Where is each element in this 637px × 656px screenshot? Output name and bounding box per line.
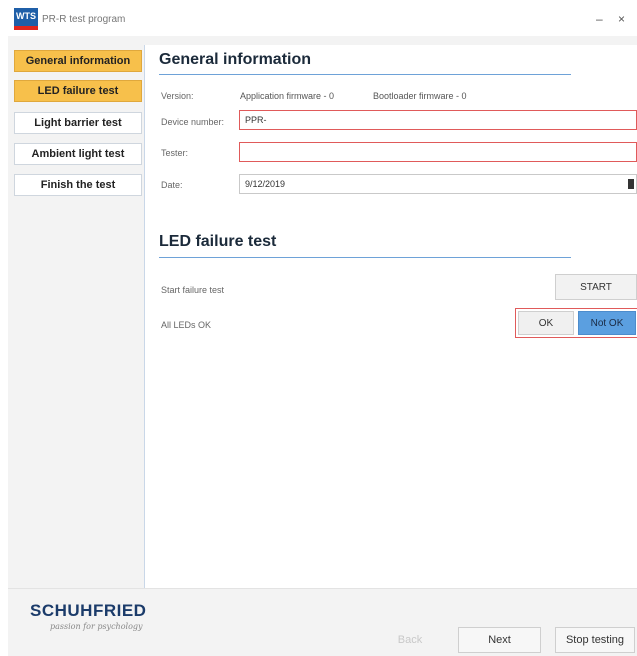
brand-tagline: passion for psychology xyxy=(50,622,143,631)
application-firmware-value: Application firmware - 0 xyxy=(240,91,335,101)
sidebar-item-led-failure-test[interactable]: LED failure test xyxy=(14,80,142,102)
start-failure-test-label: Start failure test xyxy=(161,285,225,295)
date-value: 9/12/2019 xyxy=(245,179,286,189)
brand-logo: SCHUHFRIED xyxy=(30,601,147,620)
close-icon[interactable]: × xyxy=(618,12,625,26)
device-number-label: Device number: xyxy=(161,117,225,127)
footer: SCHUHFRIED passion for psychology Back N… xyxy=(8,588,637,656)
tester-input[interactable] xyxy=(239,142,637,162)
ok-not-ok-toggle-group: OK Not OK xyxy=(515,308,637,338)
main-content: General information Version: Application… xyxy=(145,45,637,588)
minimize-icon[interactable]: – xyxy=(596,12,603,26)
logo-text: WTS xyxy=(16,11,36,21)
logo-stripe xyxy=(14,26,38,30)
next-button[interactable]: Next xyxy=(458,627,541,653)
sidebar-item-finish-the-test[interactable]: Finish the test xyxy=(14,174,142,196)
calendar-icon[interactable] xyxy=(628,179,634,189)
not-ok-button[interactable]: Not OK xyxy=(578,311,636,335)
sidebar: General information LED failure test Lig… xyxy=(8,45,145,588)
title-bar: WTS PR-R test program – × xyxy=(8,0,637,36)
led-failure-test-heading: LED failure test xyxy=(159,233,277,250)
start-button[interactable]: START xyxy=(555,274,637,300)
general-information-heading: General information xyxy=(159,51,312,68)
sidebar-item-ambient-light-test[interactable]: Ambient light test xyxy=(14,143,142,165)
back-button[interactable]: Back xyxy=(380,627,440,653)
ok-button[interactable]: OK xyxy=(518,311,574,335)
app-logo: WTS xyxy=(14,8,38,30)
app-window: WTS PR-R test program – × General inform… xyxy=(8,0,637,656)
date-picker[interactable]: 9/12/2019 xyxy=(239,174,637,194)
section-divider xyxy=(159,74,571,75)
tester-label: Tester: xyxy=(161,148,189,158)
all-leds-ok-label: All LEDs OK xyxy=(161,320,212,330)
sidebar-item-general-information[interactable]: General information xyxy=(14,50,142,72)
bootloader-firmware-value: Bootloader firmware - 0 xyxy=(373,91,467,101)
version-label: Version: xyxy=(161,91,194,101)
stop-testing-button[interactable]: Stop testing xyxy=(555,627,635,653)
window-title: PR-R test program xyxy=(42,14,126,25)
date-label: Date: xyxy=(161,180,183,190)
device-number-input[interactable]: PPR- xyxy=(239,110,637,130)
sidebar-item-light-barrier-test[interactable]: Light barrier test xyxy=(14,112,142,134)
section-divider xyxy=(159,257,571,258)
